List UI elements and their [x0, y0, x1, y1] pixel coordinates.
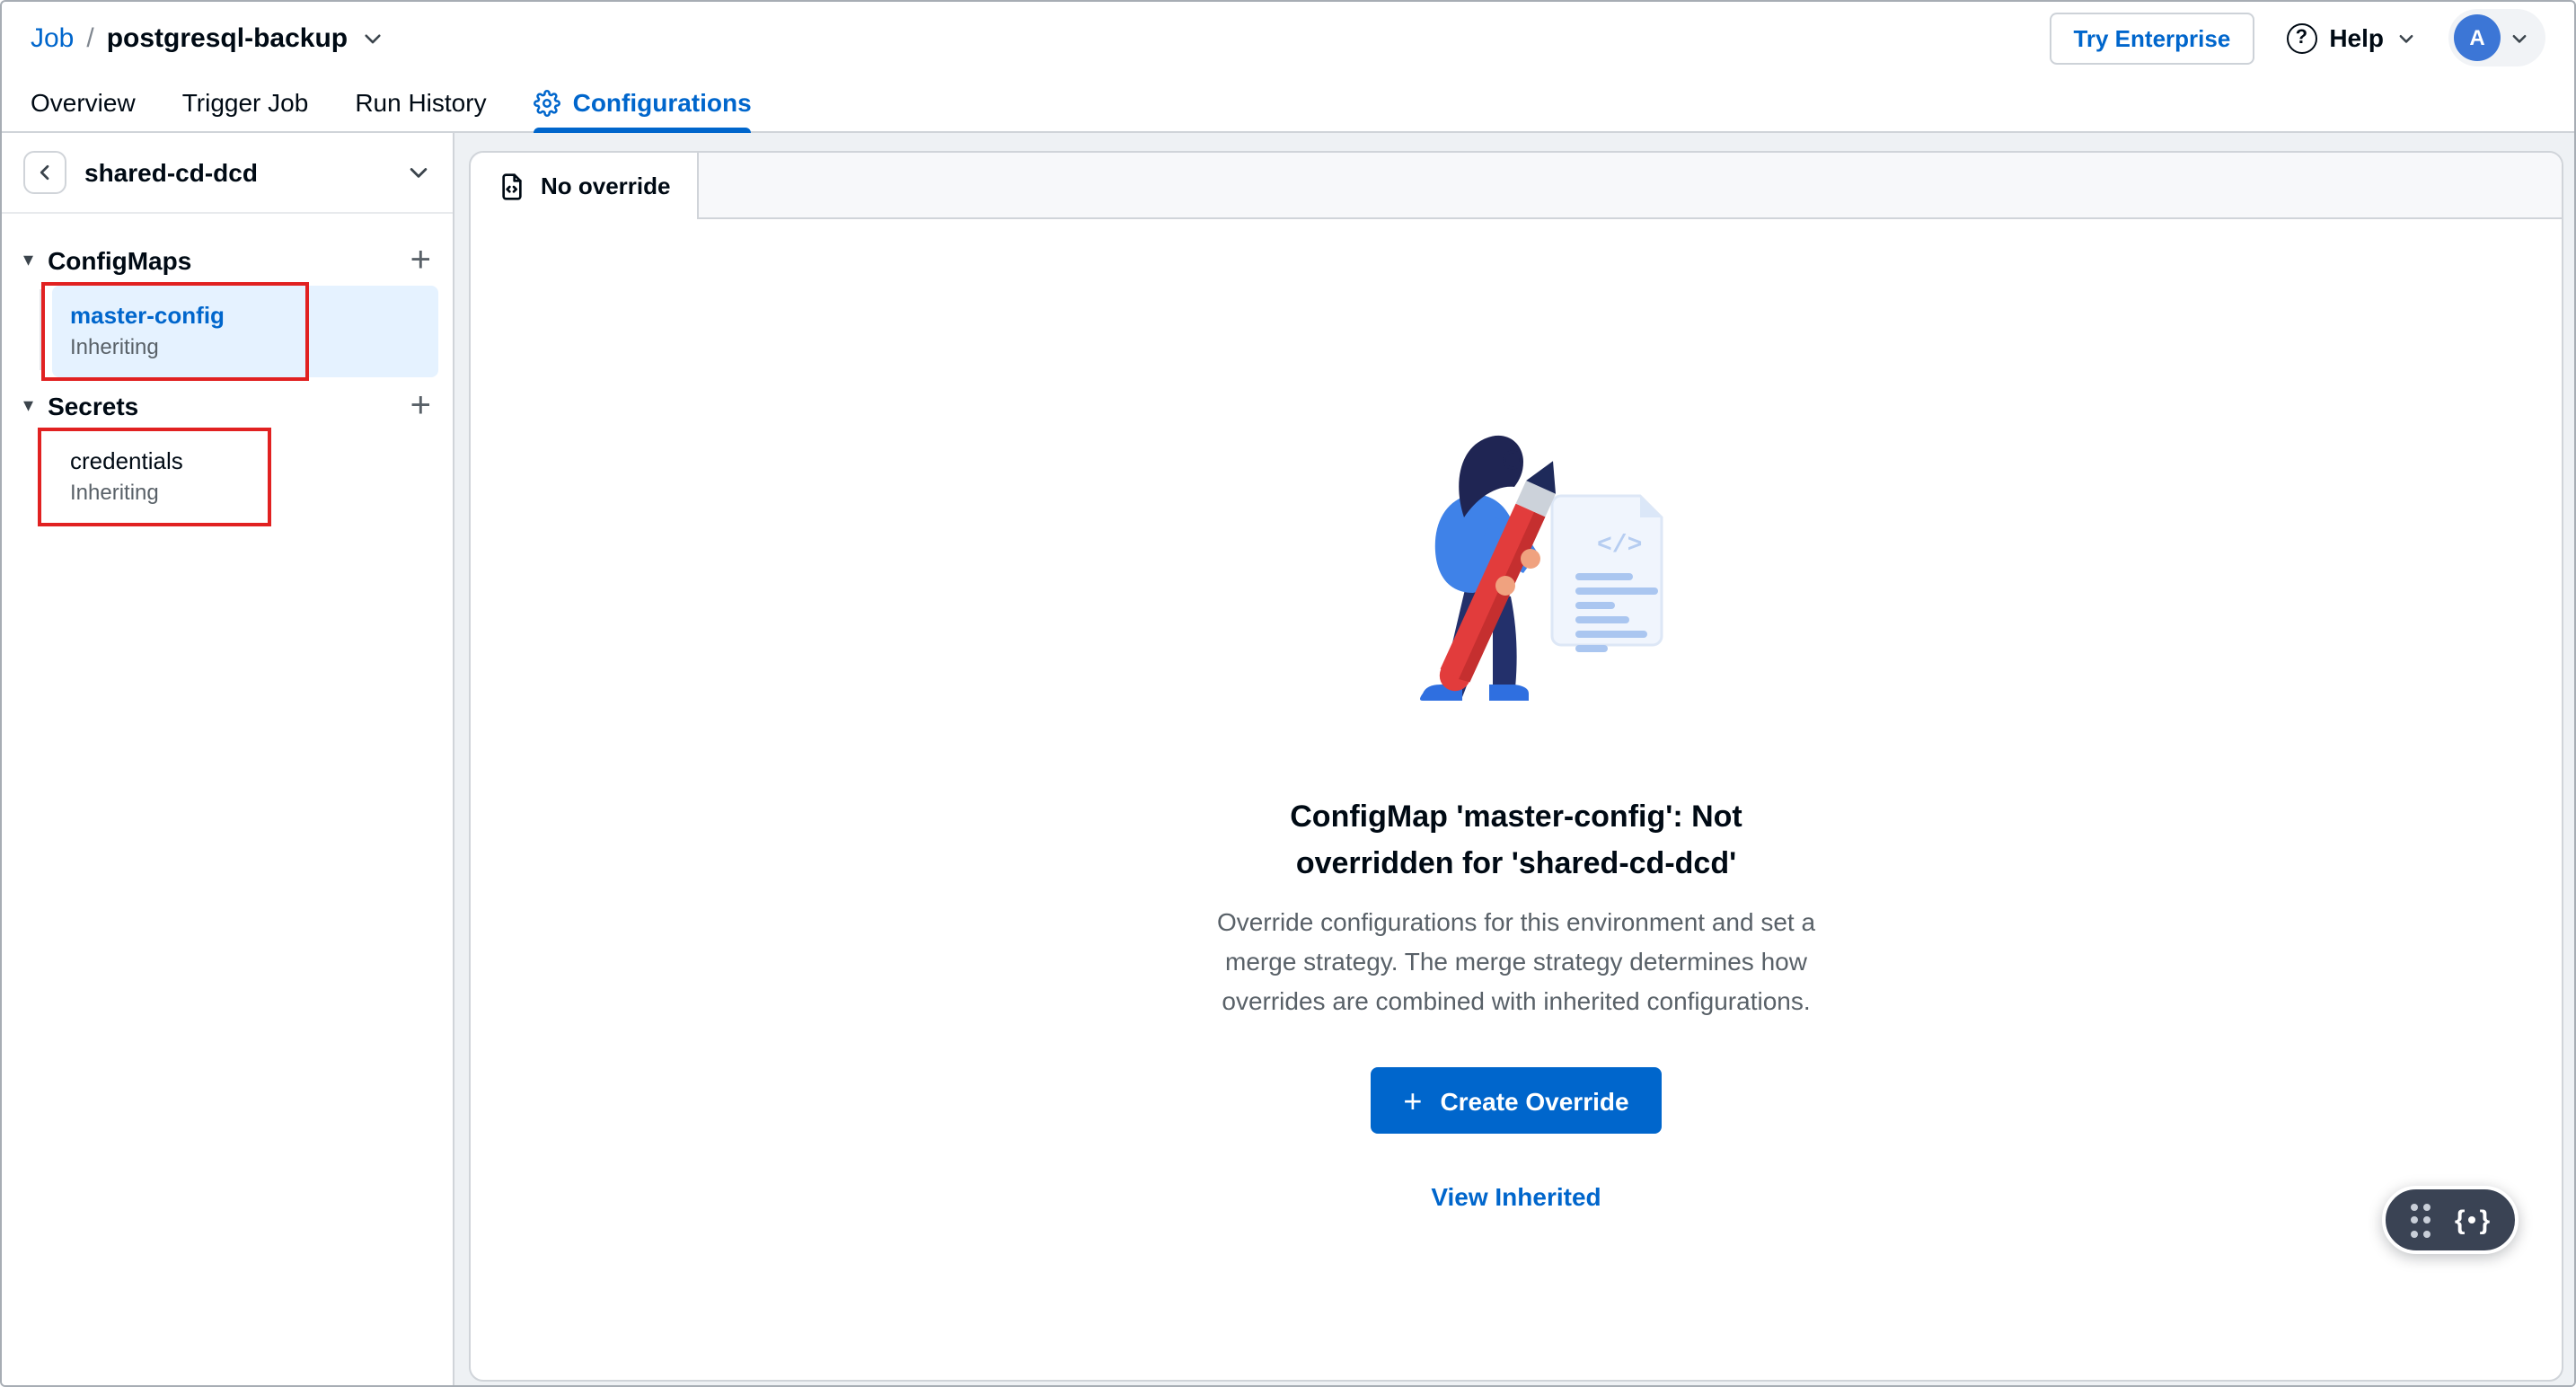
section-configmaps-header: ▾ ConfigMaps +: [23, 235, 438, 286]
create-override-button[interactable]: + Create Override: [1371, 1067, 1661, 1134]
woman-graphic: [1420, 436, 1556, 701]
grid-dots-icon[interactable]: [2411, 1203, 2431, 1237]
help-label: Help: [2329, 23, 2384, 52]
chevron-down-icon: [2396, 28, 2416, 48]
section-secrets-header: ▾ Secrets +: [23, 381, 438, 431]
user-menu[interactable]: A: [2448, 9, 2545, 66]
empty-state-title: ConfigMap 'master-config': Not overridde…: [1290, 794, 1742, 888]
item-status: Inheriting: [70, 332, 420, 363]
add-secret-button[interactable]: +: [403, 388, 438, 424]
file-code-icon: [498, 172, 526, 200]
section-configmaps: ▾ ConfigMaps + master-config Inheriting: [23, 235, 438, 377]
override-card: No override </>: [469, 151, 2563, 1382]
tab-configurations[interactable]: Configurations: [534, 74, 752, 131]
try-enterprise-button[interactable]: Try Enterprise: [2050, 12, 2254, 64]
section-secrets: ▾ Secrets + credentials Inheriting: [23, 381, 438, 523]
secrets-items: credentials Inheriting: [31, 431, 438, 523]
empty-state-description: Override configurations for this environ…: [1216, 902, 1816, 1020]
caret-down-icon[interactable]: ▾: [23, 251, 33, 270]
empty-state: </>: [471, 219, 2562, 1380]
content: shared-cd-dcd ▾ ConfigMaps + master: [2, 133, 2574, 1387]
section-configmaps-title: ConfigMaps: [48, 246, 191, 275]
chevron-down-icon[interactable]: [406, 160, 431, 185]
header: Job / postgresql-backup Try Enterprise ?…: [2, 2, 2574, 74]
item-name: credentials: [70, 446, 420, 478]
caret-down-icon[interactable]: ▾: [23, 396, 33, 416]
chevron-down-icon[interactable]: [360, 26, 384, 49]
document-graphic: </>: [1552, 496, 1662, 652]
gear-icon: [534, 89, 560, 116]
create-override-label: Create Override: [1440, 1086, 1628, 1115]
chevron-down-icon: [2510, 28, 2529, 48]
empty-state-illustration: </>: [1340, 413, 1692, 722]
app-window: Job / postgresql-backup Try Enterprise ?…: [0, 0, 2576, 1387]
tab-configurations-label: Configurations: [573, 88, 752, 117]
override-tab-strip: No override: [471, 153, 2562, 219]
sidebar-item-master-config[interactable]: master-config Inheriting: [52, 286, 438, 377]
avatar: A: [2454, 14, 2501, 61]
empty-state-title-line1: ConfigMap 'master-config': Not: [1290, 794, 1742, 841]
header-right: Try Enterprise ? Help A: [2050, 9, 2545, 66]
empty-state-title-line2: overridden for 'shared-cd-dcd': [1290, 841, 1742, 888]
tab-run-history[interactable]: Run History: [355, 74, 486, 131]
breadcrumb-separator: /: [86, 22, 93, 53]
back-button[interactable]: [23, 151, 66, 194]
config-sections: ▾ ConfigMaps + master-config Inheriting: [2, 214, 453, 523]
tab-overview-label: Overview: [31, 88, 136, 117]
view-inherited-link[interactable]: View Inherited: [1431, 1182, 1601, 1211]
add-configmap-button[interactable]: +: [403, 243, 438, 278]
config-sidebar: shared-cd-dcd ▾ ConfigMaps + master: [2, 133, 454, 1387]
plus-icon: +: [1403, 1084, 1422, 1117]
tab-overview[interactable]: Overview: [31, 74, 136, 131]
question-circle-icon: ?: [2286, 22, 2316, 53]
item-status: Inheriting: [70, 478, 420, 508]
environment-name: shared-cd-dcd: [84, 158, 258, 187]
tab-trigger-job-label: Trigger Job: [182, 88, 309, 117]
tab-run-history-label: Run History: [355, 88, 486, 117]
tab-no-override[interactable]: No override: [471, 153, 700, 219]
nav-tabs: Overview Trigger Job Run History Configu…: [2, 74, 2574, 133]
configmaps-items: master-config Inheriting: [31, 286, 438, 377]
breadcrumb: Job / postgresql-backup: [31, 22, 384, 53]
help-menu[interactable]: ? Help: [2286, 22, 2416, 53]
tab-no-override-label: No override: [541, 172, 671, 199]
breadcrumb-app-name: postgresql-backup: [107, 22, 348, 53]
section-secrets-title: Secrets: [48, 392, 138, 420]
sidebar-item-credentials[interactable]: credentials Inheriting: [52, 431, 438, 523]
svg-text:</>: </>: [1597, 532, 1642, 560]
floating-toolbar[interactable]: {}: [2382, 1186, 2519, 1254]
breadcrumb-job-link[interactable]: Job: [31, 22, 74, 53]
active-tab-indicator: [534, 128, 752, 133]
tab-trigger-job[interactable]: Trigger Job: [182, 74, 309, 131]
main-area: No override </>: [454, 133, 2574, 1387]
item-name: master-config: [70, 300, 420, 332]
environment-header: shared-cd-dcd: [2, 133, 453, 212]
code-braces-icon[interactable]: {}: [2455, 1205, 2490, 1235]
